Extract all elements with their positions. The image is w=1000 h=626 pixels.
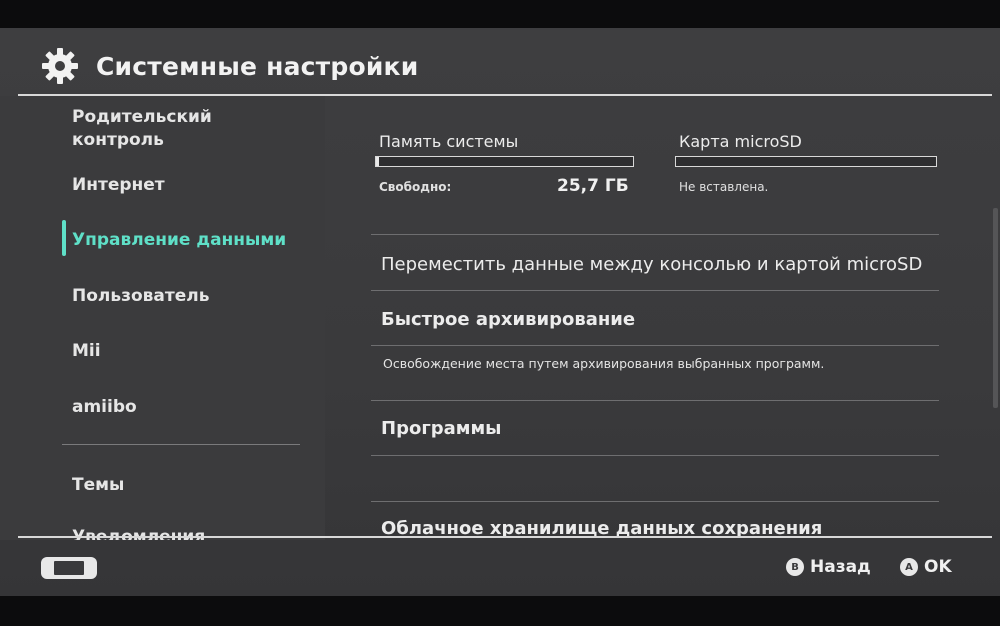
- gear-icon: [42, 48, 78, 84]
- system-settings-screen: Системные настройки Родительский контрол…: [0, 28, 1000, 598]
- screen-bezel-bottom: [0, 596, 1000, 626]
- move-data-button[interactable]: Переместить данные между консолью и карт…: [381, 254, 922, 275]
- sidebar-item-amiibo[interactable]: amiibo: [72, 396, 137, 419]
- screen-bezel-top: [0, 0, 1000, 30]
- sidebar-item-label: контроль: [72, 130, 164, 150]
- divider: [371, 501, 939, 502]
- divider: [371, 234, 939, 235]
- ok-button[interactable]: A OK: [900, 554, 952, 580]
- microsd-status: Не вставлена.: [679, 180, 769, 194]
- quick-archive-description: Освобождение места путем архивирования в…: [383, 356, 825, 371]
- divider: [371, 455, 939, 456]
- main-panel: Память системы Свободно: 25,7 ГБ Карта m…: [325, 96, 990, 540]
- back-button-label: Назад: [810, 557, 871, 577]
- sidebar-item-mii[interactable]: Mii: [72, 340, 101, 363]
- system-memory-bar: [375, 156, 634, 167]
- a-button-icon: A: [900, 558, 918, 576]
- programs-button[interactable]: Программы: [381, 418, 501, 439]
- sidebar-divider: [62, 444, 300, 445]
- sidebar-item-themes[interactable]: Темы: [72, 474, 124, 497]
- sidebar-item-user[interactable]: Пользователь: [72, 285, 209, 308]
- free-space-label: Свободно:: [379, 180, 452, 194]
- footer-divider: [18, 536, 992, 538]
- sidebar-item-internet[interactable]: Интернет: [72, 174, 165, 197]
- divider: [371, 290, 939, 291]
- sidebar-item-parental-control[interactable]: Родительский контроль: [72, 106, 212, 152]
- active-indicator: [62, 220, 66, 256]
- quick-archive-button[interactable]: Быстрое архивирование: [381, 309, 635, 330]
- console-icon: [41, 557, 97, 579]
- divider: [371, 400, 939, 401]
- free-space-value: 25,7 ГБ: [557, 176, 629, 196]
- page-title: Системные настройки: [96, 52, 419, 81]
- microsd-label: Карта microSD: [679, 132, 802, 151]
- microsd-bar: [675, 156, 937, 167]
- sidebar-item-data-management[interactable]: Управление данными: [72, 229, 286, 252]
- system-memory-label: Память системы: [379, 132, 519, 151]
- divider: [371, 345, 939, 346]
- sidebar: Родительский контроль Интернет Управлени…: [0, 96, 325, 540]
- ok-button-label: OK: [924, 557, 952, 577]
- scrollbar[interactable]: [993, 208, 998, 408]
- sidebar-item-label: Родительский: [72, 107, 212, 127]
- b-button-icon: B: [786, 558, 804, 576]
- back-button[interactable]: B Назад: [786, 554, 871, 580]
- system-memory-bar-fill: [376, 157, 379, 166]
- header: Системные настройки: [0, 28, 1000, 96]
